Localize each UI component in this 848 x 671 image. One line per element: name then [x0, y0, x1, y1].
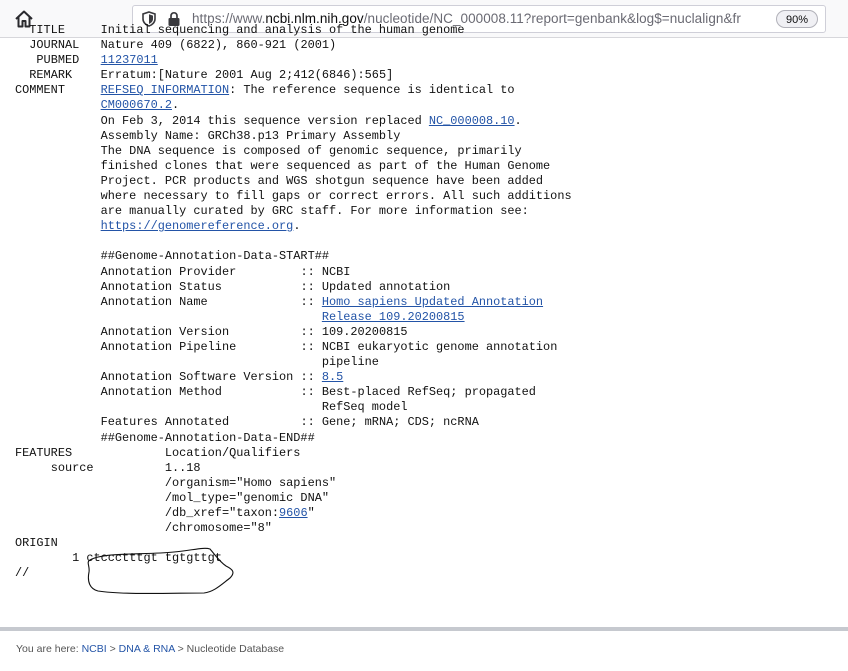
zoom-level-button[interactable]: 90%: [776, 10, 818, 28]
annot-pipeline-value-cont: pipeline: [321, 355, 379, 370]
title-continuation: Initial sequencing and analysis of the h…: [100, 23, 465, 37]
desc-line: The DNA sequence is composed of genomic …: [100, 143, 522, 158]
taxon-link[interactable]: 9606: [279, 506, 308, 520]
desc-line: where necessary to fill gaps or correct …: [100, 189, 572, 204]
comment-key: COMMENT: [15, 83, 65, 98]
genbank-record: TITLE Initial sequencing and analysis of…: [15, 23, 572, 581]
pubmed-key: PUBMED: [36, 53, 80, 68]
annot-version-value: 109.20200815: [321, 324, 408, 339]
annot-software-key: Annotation Software Version: [100, 370, 294, 385]
db-xref-suffix: ": [307, 506, 315, 520]
assembly-name: Assembly Name: GRCh38.p13 Primary Assemb…: [100, 128, 401, 143]
title-line: TITLE Initial sequencing and analysis of…: [15, 23, 465, 37]
annotation-software-link[interactable]: 8.5: [322, 370, 343, 384]
annot-status-value: Updated annotation: [321, 279, 451, 294]
annotation-release-link[interactable]: Homo sapiens Updated Annotation: [322, 295, 543, 309]
annotation-end: ##Genome-Annotation-Data-END##: [100, 430, 315, 445]
source-range: 1..18: [164, 460, 201, 475]
genomereference-link[interactable]: https://genomereference.org: [101, 219, 294, 233]
remark-key: REMARK: [29, 68, 73, 83]
hand-drawn-circle-annotation: [87, 547, 234, 595]
annot-pipeline-key: Annotation Pipeline: [100, 339, 294, 354]
desc-line: Project. PCR products and WGS shotgun se…: [100, 173, 544, 188]
desc-line: are manually curated by GRC staff. For m…: [100, 204, 529, 219]
db-xref-qualifier: /db_xref="taxon:9606": [165, 506, 315, 520]
journal-key: JOURNAL: [29, 38, 80, 53]
refseq-text: : The reference sequence is identical to: [229, 83, 515, 98]
breadcrumb-dna-rna[interactable]: DNA & RNA: [119, 643, 175, 655]
desc-line: finished clones that were sequenced as p…: [100, 158, 551, 173]
annot-provider-value: NCBI: [321, 264, 351, 279]
annot-name-key: Annotation Name: [100, 294, 294, 309]
cm000670-link[interactable]: CM000670.2: [101, 98, 172, 112]
annot-pipeline-value: NCBI eukaryotic genome annotation: [321, 339, 558, 354]
location-header: Location/Qualifiers: [164, 445, 301, 460]
annot-method-value: Best-placed RefSeq; propagated: [321, 385, 536, 400]
sequence-index: 1: [72, 551, 80, 566]
chromosome-qualifier: /chromosome="8": [164, 521, 272, 536]
source-key: source: [50, 460, 94, 475]
pubmed-link[interactable]: 11237011: [101, 53, 158, 67]
breadcrumb-label: You are here:: [16, 643, 82, 655]
remark-value: Erratum:[Nature 2001 Aug 2;412(6846):565…: [100, 68, 394, 83]
annotation-start: ##Genome-Annotation-Data-START##: [100, 249, 329, 264]
annot-version-key: Annotation Version: [100, 324, 294, 339]
annotation-release-link-cont[interactable]: Release 109.20200815: [322, 310, 465, 324]
annot-method-key: Annotation Method: [100, 385, 294, 400]
annot-method-value-cont: RefSeq model: [321, 400, 408, 415]
breadcrumb-ncbi[interactable]: NCBI: [82, 643, 107, 655]
mol-type-qualifier: /mol_type="genomic DNA": [164, 490, 329, 505]
features-key: FEATURES: [15, 445, 73, 460]
annot-status-key: Annotation Status: [100, 279, 294, 294]
refseq-information-link[interactable]: REFSEQ INFORMATION: [101, 83, 229, 97]
breadcrumb-separator: >: [106, 643, 119, 655]
db-xref-prefix: /db_xref="taxon:: [164, 506, 280, 520]
journal-value: Nature 409 (6822), 860-921 (2001): [100, 38, 337, 53]
nc000008-10-link[interactable]: NC_000008.10: [429, 114, 515, 128]
record-terminator: //: [15, 566, 30, 581]
features-annotated-key: Features Annotated: [100, 415, 294, 430]
footer-divider: [0, 627, 848, 631]
annot-provider-key: Annotation Provider: [100, 264, 294, 279]
replaced-text: On Feb 3, 2014 this sequence version rep…: [100, 113, 429, 128]
breadcrumb-separator: >: [174, 643, 187, 655]
organism-qualifier: /organism="Homo sapiens": [164, 475, 337, 490]
breadcrumb: You are here: NCBI > DNA & RNA > Nucleot…: [16, 643, 284, 655]
features-annotated-value: Gene; mRNA; CDS; ncRNA: [321, 415, 479, 430]
origin-key: ORIGIN: [15, 536, 58, 551]
breadcrumb-nucleotide-database: Nucleotide Database: [186, 643, 285, 655]
